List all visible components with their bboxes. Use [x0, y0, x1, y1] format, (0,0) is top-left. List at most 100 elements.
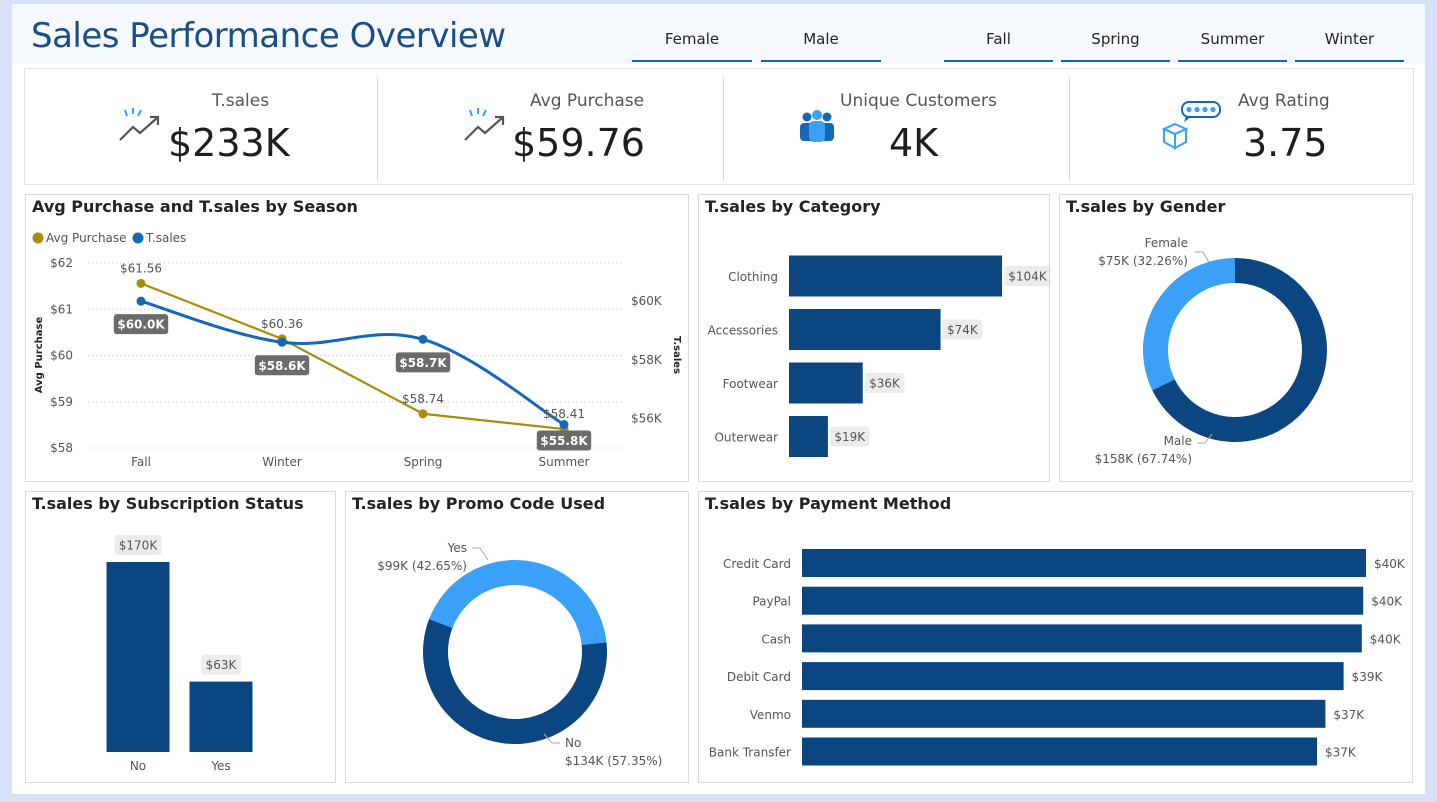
bar	[106, 562, 170, 752]
data-label-tsales: $55.8K	[536, 430, 592, 451]
x-tick-label: Summer	[539, 455, 590, 469]
category-label: Footwear	[723, 377, 778, 391]
data-label: $170K	[114, 535, 162, 555]
data-label: $19K	[829, 426, 870, 447]
kpi-card-avg-rating: Avg Rating 3.75	[1070, 69, 1415, 186]
data-label-text: $170K	[119, 539, 159, 553]
data-label: $74K	[942, 319, 983, 340]
slice-name-label: Male	[1164, 434, 1192, 448]
rating-box-icon	[1161, 101, 1221, 150]
data-label: $37K	[1325, 746, 1357, 760]
kpi-value: $233K	[168, 121, 290, 165]
legend-label-tsales: T.sales	[145, 231, 186, 245]
header-bar: Sales Performance Overview Female Male F…	[12, 4, 1425, 64]
kpi-label: Avg Purchase	[530, 91, 645, 111]
season-line-chart[interactable]: Avg Purchase T.sales $58 $59 $60 $61 $62 $56K $5…	[26, 195, 688, 481]
y-tick-label: $59	[50, 395, 73, 409]
category-label: Debit Card	[727, 670, 791, 684]
y2-tick-label: $56K	[631, 412, 663, 426]
subscription-bar-chart[interactable]: $170K No $63K Yes	[26, 492, 335, 782]
gender-donut-chart[interactable]: Female $75K (32.26%) Male $158K (67.74%)	[1060, 195, 1412, 481]
panel-payment-chart: T.sales by Payment Method Credit Card $40…	[698, 491, 1413, 783]
kpi-card-total-sales: T.sales $233K	[25, 69, 377, 186]
slicer-season-spring[interactable]: Spring	[1061, 20, 1170, 62]
data-label-tsales: $58.6K	[254, 355, 310, 376]
data-label: $40K	[1374, 557, 1406, 571]
donut-slice-no	[423, 619, 607, 744]
data-point-tsales	[418, 334, 428, 344]
y2-tick-label: $58K	[631, 353, 663, 367]
kpi-card-unique-customers: Unique Customers 4K	[724, 69, 1069, 186]
category-label: Yes	[210, 759, 230, 773]
panel-category-chart: T.sales by Category Clothing $104K Accesso…	[698, 194, 1050, 482]
kpi-label: Avg Rating	[1238, 91, 1330, 111]
bar	[802, 662, 1344, 691]
payment-bar-chart[interactable]: Credit Card $40K PayPal $40K Cash $40K Debit C…	[699, 492, 1412, 782]
page-title: Sales Performance Overview	[31, 16, 506, 56]
data-point-tsales	[277, 337, 287, 347]
data-label-avg-purchase: $58.74	[402, 392, 444, 406]
data-label-tsales-text: $58.7K	[399, 356, 447, 370]
data-label-text: $63K	[206, 658, 238, 672]
y-tick-label: $61	[50, 302, 73, 316]
panel-season-chart: Avg Purchase and T.sales by Season Avg P…	[25, 194, 689, 482]
category-label: Clothing	[728, 270, 778, 284]
bar	[789, 309, 941, 350]
slice-name-label: Female	[1145, 236, 1188, 250]
kpi-label: Unique Customers	[840, 91, 997, 111]
trend-up-icon	[119, 108, 160, 141]
slicer-season-summer[interactable]: Summer	[1178, 20, 1287, 62]
trend-up-icon	[464, 108, 505, 141]
data-label-tsales-text: $55.8K	[540, 434, 588, 448]
leader-line	[1195, 251, 1210, 263]
panel-promo-chart: T.sales by Promo Code Used Yes $99K (42.6…	[345, 491, 689, 783]
slicer-gender-female[interactable]: Female	[632, 20, 752, 62]
category-label: Cash	[761, 632, 791, 646]
panel-gender-chart: T.sales by Gender Female $75K (32.26%) Mal…	[1059, 194, 1413, 482]
kpi-card-avg-purchase: Avg Purchase $59.76	[378, 69, 723, 186]
slice-name-label: No	[565, 736, 581, 750]
data-point-avg-purchase	[136, 278, 146, 288]
kpi-value: $59.76	[512, 121, 645, 165]
y-tick-label: $60	[50, 349, 73, 363]
data-label-text: $36K	[869, 377, 901, 391]
slicer-gender-male[interactable]: Male	[761, 20, 881, 62]
y2-axis-title: T.sales	[671, 336, 682, 374]
slice-value-label: $75K (32.26%)	[1098, 254, 1188, 268]
x-tick-label: Winter	[262, 455, 302, 469]
promo-donut-chart[interactable]: Yes $99K (42.65%) No $134K (57.35%)	[346, 492, 688, 782]
bar	[802, 586, 1364, 615]
bar	[789, 362, 863, 404]
category-bar-chart[interactable]: Clothing $104K Accessories $74K Footwear $36K…	[699, 195, 1049, 481]
slice-value-label: $134K (57.35%)	[565, 754, 662, 768]
kpi-value: 3.75	[1243, 121, 1328, 165]
category-label: No	[130, 759, 146, 773]
bar	[189, 681, 253, 752]
y2-tick-label: $60K	[631, 294, 663, 308]
data-label-tsales-text: $60.0K	[117, 318, 165, 332]
chart-legend: Avg Purchase T.sales	[32, 231, 186, 245]
data-label: $37K	[1333, 708, 1365, 722]
bar	[802, 737, 1318, 766]
slice-name-label: Yes	[447, 541, 467, 555]
panel-subscription-chart: T.sales by Subscription Status $170K No $6…	[25, 491, 336, 783]
bar	[802, 624, 1362, 653]
category-label: Accessories	[708, 324, 778, 338]
data-point-tsales	[136, 296, 146, 306]
data-label-avg-purchase: $58.41	[543, 407, 585, 421]
series-line-avg-purchase	[140, 282, 565, 431]
people-icon	[800, 110, 834, 142]
slicer-season-fall[interactable]: Fall	[944, 20, 1053, 62]
kpi-label: T.sales	[212, 91, 270, 111]
slice-value-label: $99K (42.65%)	[377, 559, 467, 573]
bar	[789, 416, 828, 457]
legend-swatch-tsales	[132, 232, 144, 244]
slicer-season-winter[interactable]: Winter	[1295, 20, 1404, 62]
legend-swatch-avg-purchase	[32, 232, 44, 244]
bar	[802, 699, 1326, 728]
y-tick-label: $58	[50, 441, 73, 455]
data-label: $36K	[864, 373, 905, 393]
category-label: Credit Card	[723, 557, 791, 571]
donut-slice-female	[1143, 258, 1235, 391]
legend-label-avg-purchase: Avg Purchase	[46, 231, 127, 245]
